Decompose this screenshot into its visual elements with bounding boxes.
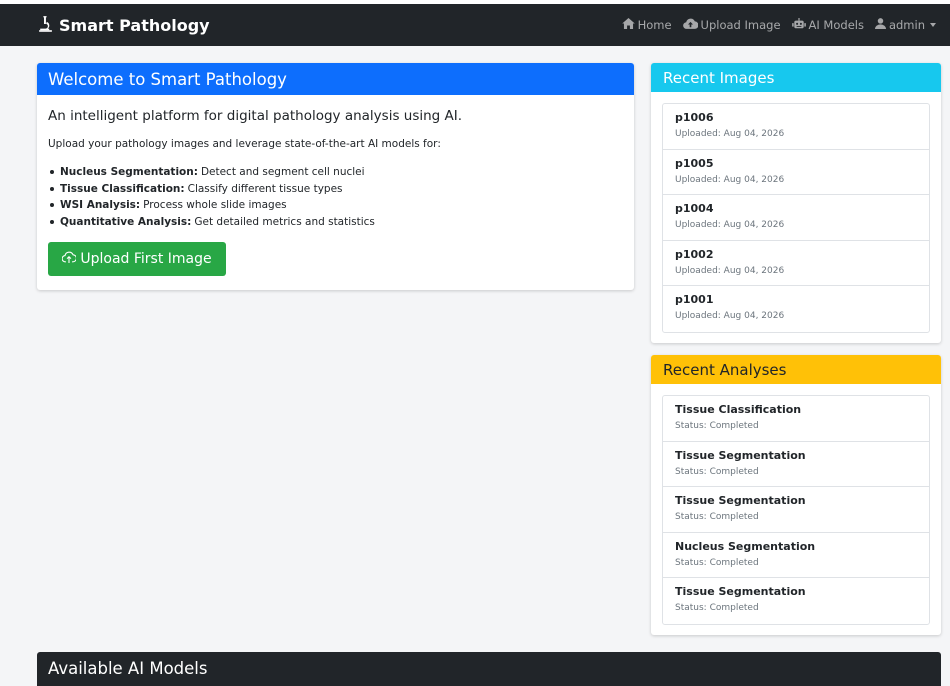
- item-title: p1004: [675, 202, 714, 216]
- recent-images-card: Recent Images p1006 Uploaded: Aug 04, 202…: [651, 63, 941, 343]
- list-item[interactable]: Tissue Segmentation Status: Completed: [663, 578, 929, 624]
- brand[interactable]: Smart Pathology: [37, 4, 210, 46]
- feature-desc: Get detailed metrics and statistics: [194, 215, 375, 228]
- list-item[interactable]: Tissue Segmentation Status: Completed: [663, 487, 929, 533]
- robot-icon: [791, 17, 809, 33]
- user-icon: [874, 18, 889, 32]
- item-subtitle: Status: Completed: [675, 557, 759, 568]
- navbar: Smart Pathology Home Upload Image AI Mod…: [0, 4, 950, 46]
- list-item[interactable]: Nucleus Segmentation Status: Completed: [663, 533, 929, 579]
- feature-desc: Detect and segment cell nuclei: [200, 166, 365, 179]
- feature-name: Nucleus Segmentation:: [60, 166, 198, 179]
- brand-name: Smart Pathology: [59, 15, 210, 35]
- item-subtitle: Uploaded: Aug 04, 2026: [675, 220, 785, 231]
- recent-analyses-list: Tissue Classification Status: Completed T…: [662, 395, 930, 625]
- nav-user-menu[interactable]: admin: [874, 18, 936, 32]
- available-models-header: Available AI Models: [37, 652, 941, 686]
- cloud-upload-icon: [61, 251, 80, 268]
- item-subtitle: Status: Completed: [675, 421, 759, 431]
- microscope-icon: [37, 15, 59, 36]
- item-title: p1001: [675, 293, 714, 307]
- feature-name: Tissue Classification:: [60, 182, 185, 195]
- item-subtitle: Status: Completed: [675, 603, 759, 614]
- item-subtitle: Status: Completed: [675, 466, 759, 477]
- item-subtitle: Uploaded: Aug 04, 2026: [675, 174, 785, 185]
- feature-item: Tissue Classification: Classify different…: [48, 181, 623, 198]
- item-title: p1002: [675, 247, 714, 261]
- cloud-upload-icon: [682, 18, 701, 32]
- upload-first-image-button[interactable]: Upload First Image: [48, 242, 226, 276]
- item-title: p1006: [675, 111, 714, 124]
- nav-upload-image[interactable]: Upload Image: [682, 18, 781, 32]
- home-icon: [621, 18, 638, 32]
- nav-ai-models[interactable]: AI Models: [791, 17, 864, 33]
- item-subtitle: Uploaded: Aug 04, 2026: [675, 311, 785, 322]
- list-item[interactable]: p1005 Uploaded: Aug 04, 2026: [663, 150, 929, 196]
- list-item[interactable]: p1002 Uploaded: Aug 04, 2026: [663, 241, 929, 287]
- nav-user-label: admin: [888, 18, 925, 32]
- nav-ai-models-label: AI Models: [808, 18, 864, 32]
- nav-links: Home Upload Image AI Models admin: [611, 4, 936, 46]
- feature-desc: Classify different tissue types: [187, 182, 343, 195]
- welcome-card: Welcome to Smart Pathology An intelligen…: [37, 63, 634, 290]
- welcome-subtitle: Upload your pathology images and leverag…: [48, 138, 441, 150]
- item-subtitle: Uploaded: Aug 04, 2026: [675, 129, 785, 139]
- list-item[interactable]: Tissue Classification Status: Completed: [663, 396, 929, 442]
- recent-images-list: p1006 Uploaded: Aug 04, 2026 p1005 Uploade…: [662, 103, 930, 333]
- item-title: Tissue Segmentation: [675, 494, 806, 508]
- list-item[interactable]: p1006 Uploaded: Aug 04, 2026: [663, 104, 929, 150]
- feature-name: WSI Analysis:: [60, 199, 141, 212]
- item-subtitle: Status: Completed: [675, 512, 759, 523]
- item-title: p1005: [675, 156, 714, 170]
- feature-name: Quantitative Analysis:: [60, 215, 192, 228]
- item-title: Nucleus Segmentation: [675, 539, 816, 553]
- item-subtitle: Uploaded: Aug 04, 2026: [675, 265, 785, 276]
- feature-item: WSI Analysis: Process whole slide images: [48, 197, 623, 214]
- recent-images-title: Recent Images: [651, 63, 941, 92]
- upload-first-image-label: Upload First Image: [80, 251, 212, 267]
- available-models-title: Available AI Models: [48, 659, 208, 678]
- recent-analyses-card: Recent Analyses Tissue Classification Sta…: [651, 355, 941, 635]
- item-title: Tissue Classification: [675, 403, 802, 416]
- welcome-lead: An intelligent platform for digital path…: [48, 108, 463, 124]
- recent-analyses-title: Recent Analyses: [651, 355, 941, 384]
- list-item[interactable]: p1004 Uploaded: Aug 04, 2026: [663, 195, 929, 241]
- nav-home-label: Home: [637, 18, 672, 32]
- item-title: Tissue Segmentation: [675, 585, 806, 599]
- feature-item: Nucleus Segmentation: Detect and segment …: [48, 164, 623, 181]
- feature-item: Quantitative Analysis: Get detailed metri…: [48, 214, 623, 231]
- list-item[interactable]: p1001 Uploaded: Aug 04, 2026: [663, 286, 929, 332]
- chevron-down-icon: [930, 23, 936, 27]
- item-title: Tissue Segmentation: [675, 448, 806, 462]
- nav-home[interactable]: Home: [621, 18, 672, 32]
- feature-desc: Process whole slide images: [143, 199, 287, 212]
- welcome-title: Welcome to Smart Pathology: [37, 63, 634, 95]
- list-item[interactable]: Tissue Segmentation Status: Completed: [663, 442, 929, 488]
- nav-upload-label: Upload Image: [700, 18, 781, 32]
- feature-list: Nucleus Segmentation: Detect and segment …: [48, 164, 623, 230]
